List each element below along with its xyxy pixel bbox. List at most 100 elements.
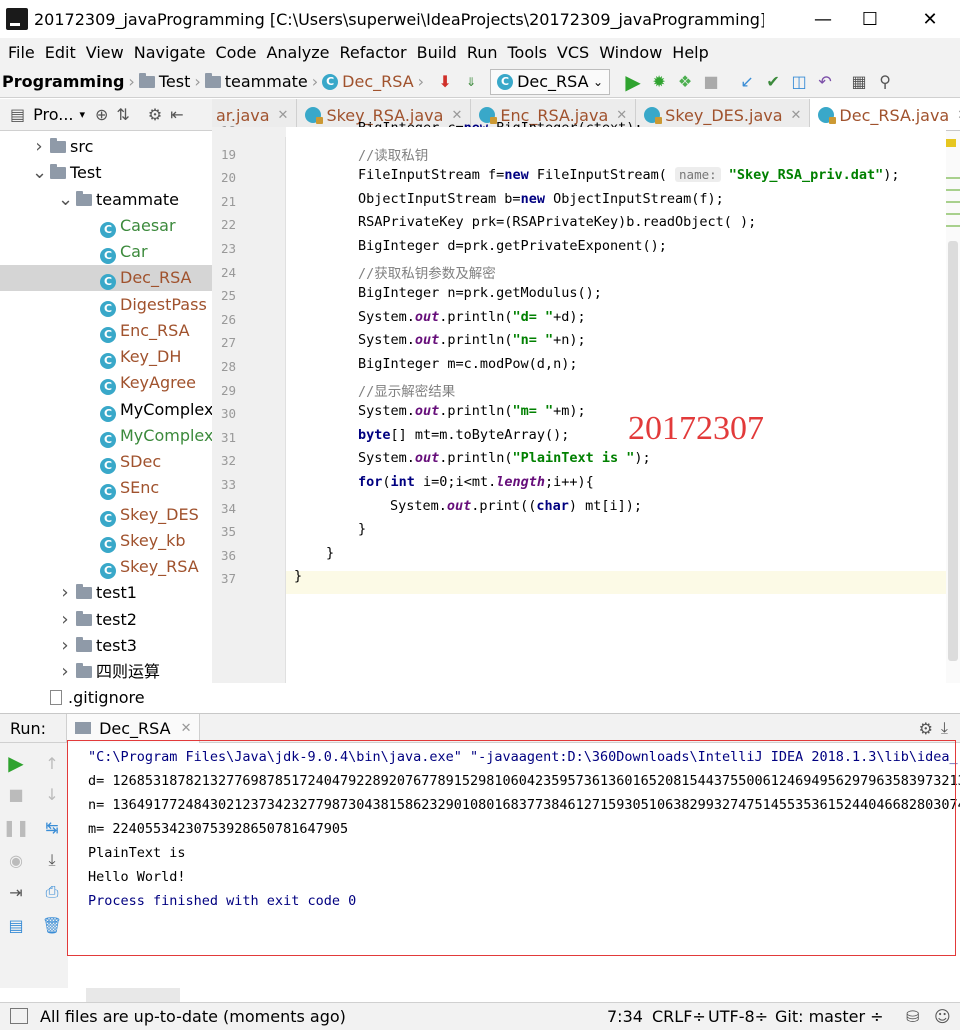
chevron-right-icon[interactable]: › <box>58 607 72 633</box>
code-line[interactable]: System.out.println("PlainText is "); <box>358 450 651 466</box>
menu-help[interactable]: Help <box>672 43 708 62</box>
menu-tools[interactable]: Tools <box>508 43 547 62</box>
tree-item[interactable]: › test1 <box>0 580 212 606</box>
tree-item[interactable]: C Car <box>0 239 212 265</box>
line-separator[interactable]: CRLF÷ <box>652 1007 706 1026</box>
project-structure-icon[interactable]: ▦ <box>846 69 872 95</box>
menu-window[interactable]: Window <box>599 43 662 62</box>
arrow-up-icon[interactable]: ↑ <box>40 751 64 775</box>
menu-vcs[interactable]: VCS <box>557 43 589 62</box>
breadcrumb-project[interactable]: Programming <box>2 72 124 91</box>
scrollbar-thumb[interactable] <box>948 241 958 661</box>
minimize-button[interactable]: — <box>798 0 848 38</box>
warning-marker-icon[interactable] <box>946 139 956 147</box>
code-line[interactable]: //读取私钥 <box>358 144 428 164</box>
code-line[interactable]: System.out.print((char) mt[i]); <box>390 498 642 514</box>
vcs-commit-icon[interactable]: ✔ <box>760 69 786 95</box>
close-icon[interactable]: ✕ <box>791 108 802 123</box>
run-icon[interactable]: ▶ <box>620 69 646 95</box>
tree-item[interactable]: ⌄ Test <box>0 160 212 186</box>
menu-run[interactable]: Run <box>467 43 498 62</box>
revert-icon[interactable]: ↶ <box>812 69 838 95</box>
chevron-right-icon[interactable]: › <box>58 633 72 659</box>
soft-wrap-icon[interactable]: ↹ <box>40 815 64 839</box>
code-line[interactable]: System.out.println("m= "+m); <box>358 403 586 419</box>
code-line[interactable]: ObjectInputStream b=new ObjectInputStrea… <box>358 191 724 207</box>
arrow-down-icon[interactable]: ↓ <box>40 782 64 806</box>
menu-file[interactable]: File <box>8 43 35 62</box>
menu-navigate[interactable]: Navigate <box>134 43 206 62</box>
layout-icon[interactable]: ▤ <box>4 913 28 937</box>
camera-icon[interactable]: ◉ <box>4 848 28 872</box>
caret-position[interactable]: 7:34 <box>607 1007 643 1026</box>
chevron-down-icon[interactable]: ⌄ <box>32 160 47 186</box>
login-icon[interactable]: ⇥ <box>4 880 28 904</box>
toggle-tool-windows-icon[interactable] <box>10 1008 28 1024</box>
close-icon[interactable]: ✕ <box>278 108 289 123</box>
tree-item[interactable]: .gitignore <box>0 685 212 711</box>
menu-edit[interactable]: Edit <box>45 43 76 62</box>
tree-item[interactable]: ⌄ teammate <box>0 187 212 213</box>
code-line[interactable]: } <box>326 545 334 561</box>
tree-item[interactable]: C DigestPass <box>0 292 212 318</box>
tree-item[interactable]: › test2 <box>0 607 212 633</box>
rerun-icon[interactable]: ▶ <box>4 751 28 775</box>
tree-item[interactable]: › test3 <box>0 633 212 659</box>
coverage-icon[interactable]: ❖ <box>672 69 698 95</box>
run-tab-dec-rsa[interactable]: Dec_RSA ✕ <box>66 713 201 743</box>
chevron-right-icon[interactable]: › <box>58 659 72 685</box>
console-hscrollbar[interactable] <box>86 988 180 1002</box>
gear-icon[interactable]: ⚙ <box>919 719 933 738</box>
chevron-right-icon[interactable]: › <box>32 134 46 160</box>
hide-panel-icon[interactable]: ⤓ <box>941 718 948 738</box>
tree-item[interactable]: C Dec_RSA <box>0 265 212 292</box>
menu-refactor[interactable]: Refactor <box>340 43 407 62</box>
chevron-down-icon[interactable]: ⌄ <box>58 187 73 213</box>
debug-icon[interactable]: ✹ <box>646 69 672 95</box>
close-button[interactable]: ✕ <box>905 0 955 38</box>
compare-icon[interactable]: ◫ <box>786 69 812 95</box>
project-view-title[interactable]: Pro... <box>33 105 73 124</box>
chevron-right-icon[interactable]: › <box>58 580 72 606</box>
menu-view[interactable]: View <box>86 43 124 62</box>
tree-item[interactable]: C Skey_RSA <box>0 554 212 580</box>
scroll-to-end-icon[interactable]: ⤓ <box>40 848 64 872</box>
trash-icon[interactable]: 🗑 <box>40 913 64 937</box>
stop-icon[interactable]: ■ <box>698 69 724 95</box>
code-line[interactable]: FileInputStream f=new FileInputStream( n… <box>358 167 900 183</box>
breadcrumb-teammate[interactable]: teammate <box>225 72 308 91</box>
breadcrumb-test[interactable]: Test <box>159 72 191 91</box>
code-line[interactable]: } <box>358 521 366 537</box>
pause-icon[interactable]: ❚❚ <box>3 815 30 839</box>
tree-item[interactable]: C Skey_kb <box>0 528 212 554</box>
code-line[interactable]: System.out.println("d= "+d); <box>358 309 586 325</box>
menu-code[interactable]: Code <box>216 43 257 62</box>
close-icon[interactable]: ✕ <box>181 721 192 736</box>
tree-item[interactable]: C Skey_DES <box>0 502 212 528</box>
code-line[interactable]: BigInteger m=c.modPow(d,n); <box>358 356 577 372</box>
editor-scrollbar[interactable] <box>946 131 960 683</box>
sort-icon[interactable]: ⇓ <box>458 69 484 95</box>
run-configuration-select[interactable]: C Dec_RSA ⌄ <box>490 68 611 95</box>
breadcrumb-dec-rsa[interactable]: Dec_RSA <box>342 72 413 91</box>
vcs-update-icon[interactable]: ↙ <box>734 69 760 95</box>
menu-analyze[interactable]: Analyze <box>266 43 329 62</box>
tree-item[interactable]: › 四则运算 <box>0 659 212 685</box>
search-icon[interactable]: ⚲ <box>872 69 898 95</box>
tree-item[interactable]: C Enc_RSA <box>0 318 212 344</box>
print-icon[interactable]: ⎙ <box>40 880 64 904</box>
code-line[interactable]: BigInteger n=prk.getModulus(); <box>358 285 602 301</box>
code-line[interactable]: } <box>294 568 302 584</box>
stop-icon[interactable]: ■ <box>4 782 28 806</box>
code-line[interactable]: //获取私钥参数及解密 <box>358 262 496 282</box>
inspector-icon[interactable]: ☺ <box>934 1007 951 1026</box>
code-line[interactable]: System.out.println("n= "+n); <box>358 332 586 348</box>
maximize-button[interactable]: ☐ <box>845 0 895 38</box>
gear-icon[interactable]: ⚙ <box>148 105 162 124</box>
code-line[interactable]: //显示解密结果 <box>358 380 455 400</box>
locate-icon[interactable]: ⊕ <box>95 105 108 124</box>
code-line[interactable]: byte[] mt=m.toByteArray(); <box>358 427 569 443</box>
git-branch[interactable]: Git: master ÷ <box>775 1007 884 1026</box>
tree-item[interactable]: C MyComplex <box>0 397 212 423</box>
lock-icon[interactable]: ⛁ <box>906 1007 919 1026</box>
